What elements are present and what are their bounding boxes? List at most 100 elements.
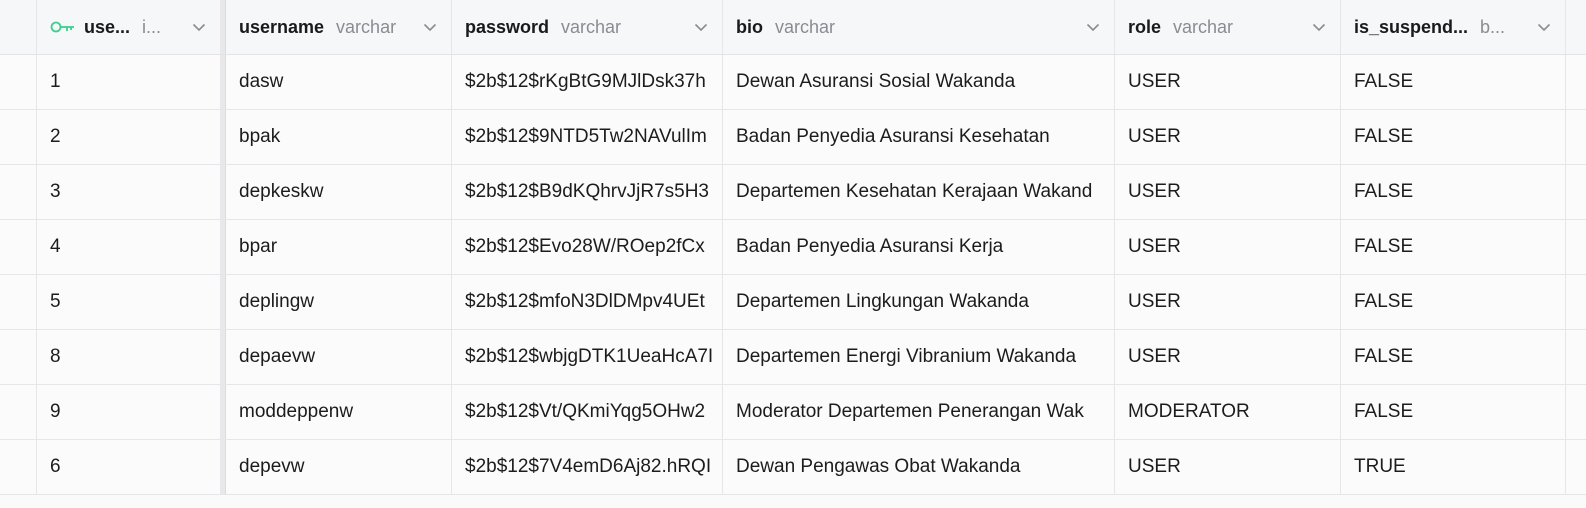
cell-user-id[interactable]: 5 [37,275,220,329]
column-header-role[interactable]: role varchar [1115,0,1341,54]
column-header-is-suspended[interactable]: is_suspend... b... [1341,0,1566,54]
row-select-cell[interactable] [0,330,37,384]
cell-is-suspended[interactable]: FALSE [1341,330,1566,384]
row-select-cell[interactable] [0,110,37,164]
cell-user-id[interactable]: 6 [37,440,220,494]
cell-password[interactable]: $2b$12$Vt/QKmiYqg5OHw2 [452,385,723,439]
cell-value: depaevw [239,346,316,367]
cell-role[interactable]: USER [1115,275,1341,329]
cell-bio[interactable]: Departemen Energi Vibranium Wakanda [723,330,1115,384]
cell-is-suspended[interactable]: FALSE [1341,220,1566,274]
data-grid: use... i... username varchar password va… [0,0,1586,495]
cell-bio[interactable]: Dewan Pengawas Obat Wakanda [723,440,1115,494]
cell-value: FALSE [1354,236,1414,257]
cell-is-suspended[interactable]: FALSE [1341,55,1566,109]
cell-role[interactable]: USER [1115,330,1341,384]
cell-bio[interactable]: Badan Penyedia Asuransi Kesehatan [723,110,1115,164]
cell-is-suspended[interactable]: FALSE [1341,275,1566,329]
column-type: varchar [561,16,622,37]
table-row[interactable]: 8 depaevw $2b$12$wbjgDTK1UeaHcA7I Depart… [0,330,1586,385]
cell-value: 6 [50,456,61,477]
cell-username[interactable]: depaevw [226,330,452,384]
cell-is-suspended[interactable]: TRUE [1341,440,1566,494]
cell-value: FALSE [1354,291,1414,312]
row-select-cell[interactable] [0,220,37,274]
cell-value: $2b$12$wbjgDTK1UeaHcA7I [465,346,714,367]
table-row[interactable]: 1 dasw $2b$12$rKgBtG9MJlDsk37h Dewan Asu… [0,55,1586,110]
cell-is-suspended[interactable]: FALSE [1341,385,1566,439]
row-select-cell[interactable] [0,165,37,219]
cell-user-id[interactable]: 1 [37,55,220,109]
chevron-down-icon[interactable] [694,20,708,34]
cell-password[interactable]: $2b$12$B9dKQhrvJjR7s5H3 [452,165,723,219]
row-filler [1566,330,1586,384]
cell-role[interactable]: USER [1115,220,1341,274]
chevron-down-icon[interactable] [1537,20,1551,34]
cell-user-id[interactable]: 8 [37,330,220,384]
cell-bio[interactable]: Moderator Departemen Penerangan Wak [723,385,1115,439]
cell-user-id[interactable]: 4 [37,220,220,274]
cell-password[interactable]: $2b$12$Evo28W/ROep2fCx [452,220,723,274]
column-header-password[interactable]: password varchar [452,0,723,54]
cell-value: Departemen Kesehatan Kerajaan Wakand [736,181,1093,202]
select-all-cell[interactable] [0,0,37,54]
cell-role[interactable]: MODERATOR [1115,385,1341,439]
header-filler [1566,0,1586,54]
cell-password[interactable]: $2b$12$rKgBtG9MJlDsk37h [452,55,723,109]
cell-username[interactable]: deplingw [226,275,452,329]
cell-user-id[interactable]: 3 [37,165,220,219]
cell-value: USER [1128,291,1181,312]
cell-bio[interactable]: Departemen Kesehatan Kerajaan Wakand [723,165,1115,219]
row-filler [1566,440,1586,494]
row-select-cell[interactable] [0,440,37,494]
cell-password[interactable]: $2b$12$wbjgDTK1UeaHcA7I [452,330,723,384]
cell-password[interactable]: $2b$12$mfoN3DlDMpv4UEt [452,275,723,329]
cell-username[interactable]: dasw [226,55,452,109]
row-select-cell[interactable] [0,275,37,329]
cell-value: 4 [50,236,61,257]
cell-role[interactable]: USER [1115,110,1341,164]
cell-user-id[interactable]: 2 [37,110,220,164]
column-header-bio[interactable]: bio varchar [723,0,1115,54]
cell-bio[interactable]: Dewan Asuransi Sosial Wakanda [723,55,1115,109]
column-header-user-id[interactable]: use... i... [37,0,220,54]
cell-value: 5 [50,291,61,312]
cell-value: $2b$12$mfoN3DlDMpv4UEt [465,291,705,312]
column-header-username[interactable]: username varchar [226,0,452,54]
cell-value: TRUE [1354,456,1406,477]
table-row[interactable]: 3 depkeskw $2b$12$B9dKQhrvJjR7s5H3 Depar… [0,165,1586,220]
table-row[interactable]: 6 depevw $2b$12$7V4emD6Aj82.hRQI Dewan P… [0,440,1586,495]
row-select-cell[interactable] [0,385,37,439]
chevron-down-icon[interactable] [1086,20,1100,34]
chevron-down-icon[interactable] [423,20,437,34]
cell-value: bpak [239,126,281,147]
row-filler [1566,110,1586,164]
column-type: varchar [336,16,397,37]
table-row[interactable]: 2 bpak $2b$12$9NTD5Tw2NAVulIm Badan Peny… [0,110,1586,165]
table-row[interactable]: 5 deplingw $2b$12$mfoN3DlDMpv4UEt Depart… [0,275,1586,330]
chevron-down-icon[interactable] [1312,20,1326,34]
cell-value: moddeppenw [239,401,354,422]
cell-is-suspended[interactable]: FALSE [1341,165,1566,219]
row-select-cell[interactable] [0,55,37,109]
cell-password[interactable]: $2b$12$9NTD5Tw2NAVulIm [452,110,723,164]
cell-username[interactable]: depevw [226,440,452,494]
cell-username[interactable]: moddeppenw [226,385,452,439]
cell-value: 2 [50,126,61,147]
cell-username[interactable]: depkeskw [226,165,452,219]
cell-role[interactable]: USER [1115,55,1341,109]
cell-bio[interactable]: Badan Penyedia Asuransi Kerja [723,220,1115,274]
cell-password[interactable]: $2b$12$7V4emD6Aj82.hRQI [452,440,723,494]
table-row[interactable]: 4 bpar $2b$12$Evo28W/ROep2fCx Badan Peny… [0,220,1586,275]
cell-bio[interactable]: Departemen Lingkungan Wakanda [723,275,1115,329]
cell-is-suspended[interactable]: FALSE [1341,110,1566,164]
cell-value: depevw [239,456,305,477]
cell-role[interactable]: USER [1115,165,1341,219]
cell-role[interactable]: USER [1115,440,1341,494]
cell-value: Dewan Asuransi Sosial Wakanda [736,71,1016,92]
cell-user-id[interactable]: 9 [37,385,220,439]
cell-username[interactable]: bpar [226,220,452,274]
cell-username[interactable]: bpak [226,110,452,164]
chevron-down-icon[interactable] [192,20,206,34]
table-row[interactable]: 9 moddeppenw $2b$12$Vt/QKmiYqg5OHw2 Mode… [0,385,1586,440]
